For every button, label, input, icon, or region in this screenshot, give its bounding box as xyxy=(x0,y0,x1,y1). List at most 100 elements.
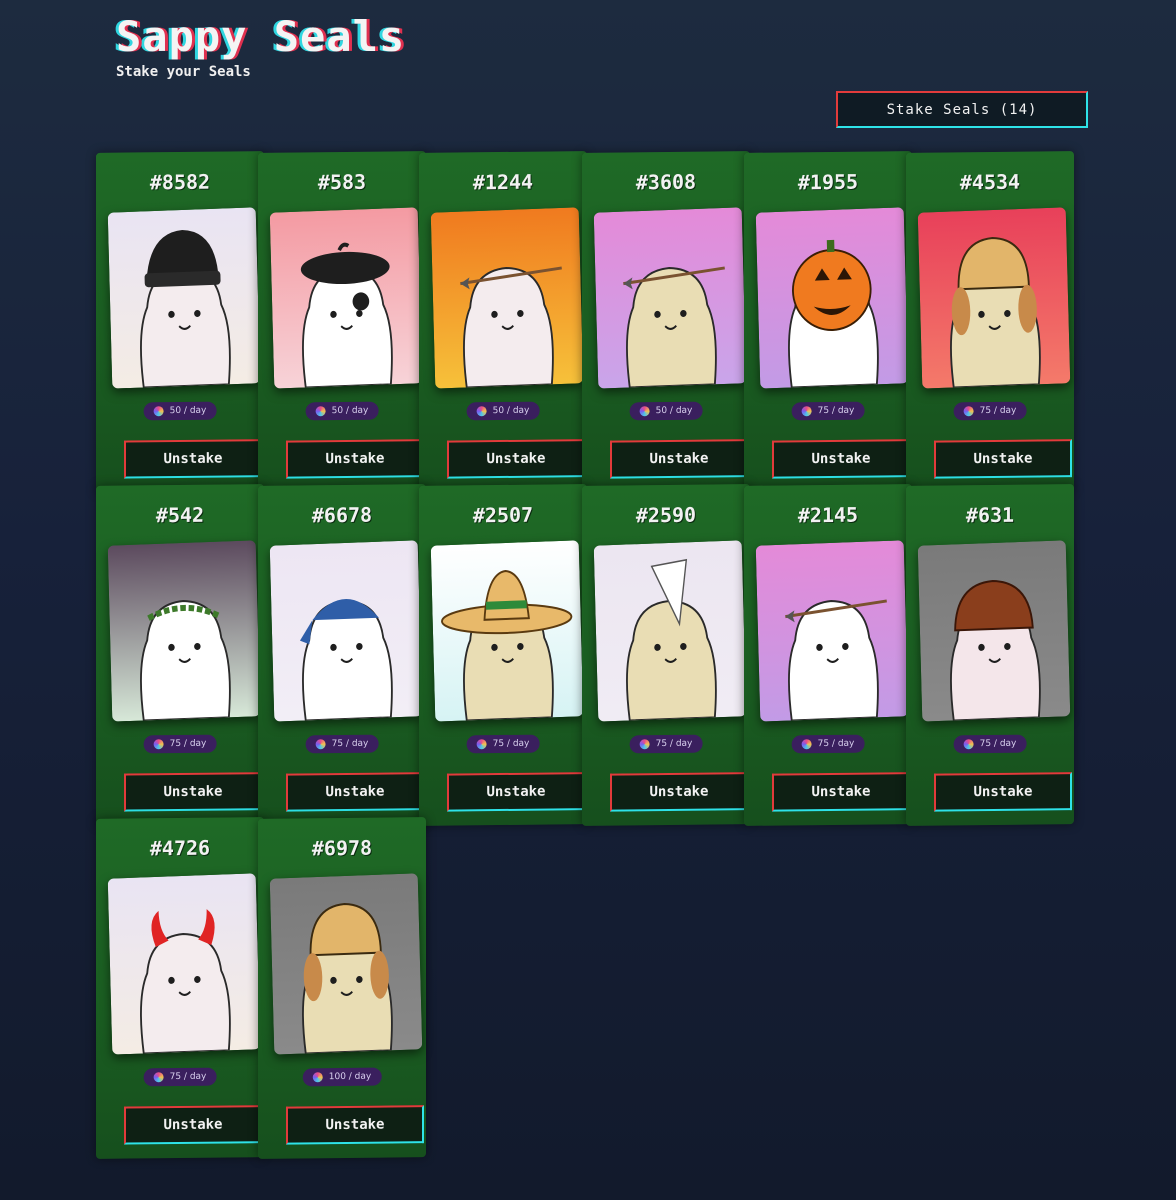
reward-rate-badge: 75 / day xyxy=(791,734,865,754)
reward-rate-text: 75 / day xyxy=(169,738,207,750)
unstake-button[interactable]: Unstake xyxy=(124,1105,262,1145)
token-icon xyxy=(801,406,812,417)
reward-rate-text: 75 / day xyxy=(331,738,369,750)
reward-rate-text: 75 / day xyxy=(817,738,855,750)
seal-id: #583 xyxy=(317,169,367,195)
reward-rate-badge: 75 / day xyxy=(305,734,379,754)
seal-id: #2507 xyxy=(472,502,534,528)
reward-rate-badge: 75 / day xyxy=(953,401,1027,421)
seal-image xyxy=(430,207,584,389)
seal-image xyxy=(917,540,1071,722)
seal-image xyxy=(430,540,584,722)
seal-image xyxy=(269,540,423,722)
seal-card: #4726 75 / day Unstake xyxy=(96,817,264,1159)
token-icon xyxy=(153,406,164,417)
seal-id: #542 xyxy=(155,502,205,528)
reward-rate-text: 50 / day xyxy=(331,405,369,417)
reward-rate-text: 75 / day xyxy=(169,1071,207,1083)
seal-id: #1955 xyxy=(797,169,859,195)
seal-image xyxy=(755,207,909,389)
stake-seals-button[interactable]: Stake Seals (14) xyxy=(836,91,1088,128)
seal-card: #631 75 / day Unstake xyxy=(906,484,1074,826)
reward-rate-badge: 50 / day xyxy=(305,401,379,421)
seal-id: #2590 xyxy=(635,502,697,528)
reward-rate-badge: 50 / day xyxy=(466,401,540,421)
token-icon xyxy=(639,406,650,417)
reward-rate-badge: 75 / day xyxy=(629,734,703,754)
token-icon xyxy=(963,406,974,417)
seal-image xyxy=(269,873,423,1055)
seal-card: #4534 75 / day Unstake xyxy=(906,151,1074,493)
unstake-button[interactable]: Unstake xyxy=(124,439,262,479)
unstake-button[interactable]: Unstake xyxy=(934,439,1072,479)
seal-card: #6678 75 / day Unstake xyxy=(258,484,426,826)
seal-image xyxy=(593,540,747,722)
seal-image xyxy=(917,207,1071,389)
reward-rate-text: 100 / day xyxy=(328,1071,372,1083)
seal-image xyxy=(107,540,261,722)
seal-image xyxy=(107,207,261,389)
reward-rate-badge: 75 / day xyxy=(143,1067,217,1087)
reward-rate-badge: 50 / day xyxy=(629,401,703,421)
reward-rate-text: 75 / day xyxy=(979,405,1017,417)
reward-rate-text: 50 / day xyxy=(655,405,693,417)
page-subtitle: Stake your Seals xyxy=(116,64,251,80)
seal-id: #2145 xyxy=(797,502,859,528)
unstake-button[interactable]: Unstake xyxy=(610,772,748,812)
seal-image xyxy=(269,207,423,389)
unstake-button[interactable]: Unstake xyxy=(934,772,1072,812)
token-icon xyxy=(963,739,974,750)
seal-image xyxy=(107,873,261,1055)
unstake-button[interactable]: Unstake xyxy=(286,772,424,812)
token-icon xyxy=(315,406,326,417)
reward-rate-text: 50 / day xyxy=(169,405,207,417)
seal-card: #542 75 / day Unstake xyxy=(96,484,264,826)
seal-id: #6978 xyxy=(311,835,373,861)
seal-card: #1244 50 / day Unstake xyxy=(419,151,587,493)
seal-id: #631 xyxy=(965,502,1015,528)
token-icon xyxy=(476,739,487,750)
reward-rate-badge: 75 / day xyxy=(466,734,540,754)
seal-card: #3608 50 / day Unstake xyxy=(582,151,750,493)
reward-rate-text: 75 / day xyxy=(492,738,530,750)
reward-rate-badge: 50 / day xyxy=(143,401,217,421)
token-icon xyxy=(312,1072,323,1083)
token-icon xyxy=(639,739,650,750)
unstake-button[interactable]: Unstake xyxy=(286,439,424,479)
unstake-button[interactable]: Unstake xyxy=(286,1105,424,1145)
seal-image xyxy=(593,207,747,389)
unstake-button[interactable]: Unstake xyxy=(124,772,262,812)
reward-rate-badge: 75 / day xyxy=(143,734,217,754)
reward-rate-text: 75 / day xyxy=(817,405,855,417)
token-icon xyxy=(315,739,326,750)
unstake-button[interactable]: Unstake xyxy=(447,439,585,479)
seal-card: #2590 75 / day Unstake xyxy=(582,484,750,826)
seal-card: #2145 75 / day Unstake xyxy=(744,484,912,826)
seal-card: #2507 75 / day Unstake xyxy=(419,484,587,826)
seal-id: #3608 xyxy=(635,169,697,195)
seal-id: #6678 xyxy=(311,502,373,528)
seal-id: #8582 xyxy=(149,169,211,195)
unstake-button[interactable]: Unstake xyxy=(772,772,910,812)
token-icon xyxy=(153,739,164,750)
staked-seals-grid: #8582 50 / day Unstake #583 50 / day Unstake #… xyxy=(96,151,1116,1172)
reward-rate-text: 75 / day xyxy=(979,738,1017,750)
reward-rate-badge: 100 / day xyxy=(302,1067,382,1087)
token-icon xyxy=(153,1072,164,1083)
reward-rate-text: 50 / day xyxy=(492,405,530,417)
seal-id: #4726 xyxy=(149,835,211,861)
page-title: Sappy Seals xyxy=(116,12,406,61)
unstake-button[interactable]: Unstake xyxy=(447,772,585,812)
reward-rate-badge: 75 / day xyxy=(953,734,1027,754)
seal-card: #583 50 / day Unstake xyxy=(258,151,426,493)
seal-card: #1955 75 / day Unstake xyxy=(744,151,912,493)
seal-card: #8582 50 / day Unstake xyxy=(96,151,264,493)
unstake-button[interactable]: Unstake xyxy=(610,439,748,479)
seal-image xyxy=(755,540,909,722)
token-icon xyxy=(476,406,487,417)
reward-rate-badge: 75 / day xyxy=(791,401,865,421)
seal-id: #4534 xyxy=(959,169,1021,195)
unstake-button[interactable]: Unstake xyxy=(772,439,910,479)
token-icon xyxy=(801,739,812,750)
seal-card: #6978 100 / day Unstake xyxy=(258,817,426,1159)
